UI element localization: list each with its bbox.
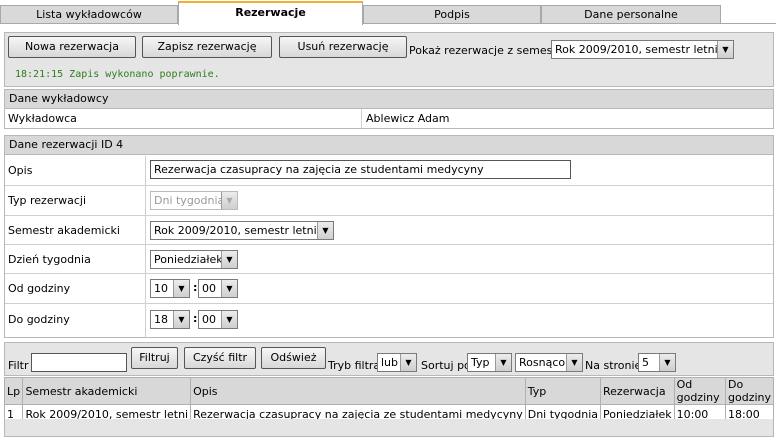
per-page-value: 5 bbox=[642, 356, 649, 369]
column-header-lp[interactable]: Lp bbox=[3, 377, 24, 405]
type-select: Dni tygodnia ▼ bbox=[150, 191, 238, 210]
from-time-row: Od godziny 10 ▼ : 00 ▼ bbox=[5, 274, 773, 304]
filter-mode-value: lub bbox=[381, 356, 399, 369]
to-minute-select[interactable]: 00 ▼ bbox=[198, 310, 238, 329]
weekday-row: Dzień tygodnia Poniedziałek ▼ bbox=[5, 245, 773, 274]
semester-filter-value: Rok 2009/2010, semestr letni bbox=[555, 43, 718, 56]
column-header-reservation[interactable]: Rezerwacja bbox=[600, 377, 675, 405]
semester-label: Semestr akademicki bbox=[8, 224, 120, 237]
lecturer-value: Ablewicz Adam bbox=[366, 112, 450, 125]
chevron-down-icon: ▼ bbox=[317, 222, 333, 239]
chevron-down-icon: ▼ bbox=[717, 41, 733, 58]
filter-input[interactable] bbox=[31, 353, 127, 372]
tab-podpis[interactable]: Podpis bbox=[363, 5, 541, 24]
semester-value: Rok 2009/2010, semestr letni bbox=[154, 224, 317, 237]
status-message: 18:21:15 Zapis wykonano poprawnie. bbox=[15, 69, 220, 80]
delete-reservation-button[interactable]: Usuń rezerwację bbox=[279, 36, 407, 58]
tab-lista-wykladowcow[interactable]: Lista wykładowców bbox=[0, 5, 178, 24]
reservations-table: Lp Semestr akademicki Opis Typ Rezerwacj… bbox=[3, 377, 774, 425]
to-time-label: Do godziny bbox=[8, 313, 70, 326]
from-minute-value: 00 bbox=[202, 282, 216, 295]
refresh-button[interactable]: Odśwież bbox=[261, 347, 326, 369]
tab-bar: Lista wykładowców Rezerwacje Podpis Dane… bbox=[0, 0, 776, 25]
filter-mode-label: Tryb filtra bbox=[328, 359, 381, 372]
toolbar: Nowa rezerwacja Zapisz rezerwację Usuń r… bbox=[4, 32, 774, 87]
sort-order-value: Rosnąco bbox=[519, 356, 566, 369]
from-hour-select[interactable]: 10 ▼ bbox=[150, 279, 190, 298]
filter-button[interactable]: Filtruj bbox=[131, 347, 178, 369]
lecturer-panel: Dane wykładowcy Wykładowca Ablewicz Adam bbox=[4, 89, 774, 129]
semester-row: Semestr akademicki Rok 2009/2010, semest… bbox=[5, 216, 773, 245]
sort-label: Sortuj po bbox=[421, 359, 471, 372]
save-reservation-button[interactable]: Zapisz rezerwację bbox=[142, 36, 272, 58]
sort-field-select[interactable]: Typ ▼ bbox=[467, 353, 512, 372]
chevron-down-icon: ▼ bbox=[221, 280, 237, 297]
time-separator: : bbox=[193, 281, 198, 294]
semester-select[interactable]: Rok 2009/2010, semestr letni ▼ bbox=[150, 221, 334, 240]
lecturer-row: Wykładowca Ablewicz Adam bbox=[5, 109, 773, 128]
per-page-label: Na stronie bbox=[585, 359, 642, 372]
sort-order-select[interactable]: Rosnąco ▼ bbox=[515, 353, 583, 372]
semester-filter-select[interactable]: Rok 2009/2010, semestr letni ▼ bbox=[551, 40, 734, 59]
column-header-description[interactable]: Opis bbox=[190, 377, 526, 405]
from-hour-value: 10 bbox=[154, 282, 168, 295]
clear-filter-button[interactable]: Czyść filtr bbox=[184, 347, 256, 369]
type-value: Dni tygodnia bbox=[154, 194, 225, 207]
description-row: Opis Rezerwacja czasupracy na zajęcia ze… bbox=[5, 155, 773, 186]
sort-field-value: Typ bbox=[471, 356, 490, 369]
new-reservation-button[interactable]: Nowa rezerwacja bbox=[8, 36, 136, 58]
to-hour-value: 18 bbox=[154, 313, 168, 326]
lecturer-label: Wykładowca bbox=[8, 112, 77, 125]
description-label: Opis bbox=[8, 164, 33, 177]
chevron-down-icon: ▼ bbox=[221, 192, 237, 209]
chevron-down-icon: ▼ bbox=[221, 311, 237, 328]
column-header-to[interactable]: Do godziny bbox=[725, 377, 774, 405]
reservation-panel-title: Dane rezerwacji ID 4 bbox=[5, 136, 773, 155]
filter-mode-select[interactable]: lub ▼ bbox=[377, 353, 417, 372]
per-page-select[interactable]: 5 ▼ bbox=[638, 353, 676, 372]
to-minute-value: 00 bbox=[202, 313, 216, 326]
time-separator: : bbox=[193, 312, 198, 325]
tab-dane-personalne[interactable]: Dane personalne bbox=[541, 5, 721, 24]
weekday-value: Poniedziałek bbox=[154, 253, 223, 266]
column-header-from[interactable]: Od godziny bbox=[673, 377, 727, 405]
type-label: Typ rezerwacji bbox=[8, 194, 87, 207]
chevron-down-icon: ▼ bbox=[221, 251, 237, 268]
reservation-panel: Dane rezerwacji ID 4 Opis Rezerwacja cza… bbox=[4, 135, 774, 338]
type-row: Typ rezerwacji Dni tygodnia ▼ bbox=[5, 186, 773, 216]
column-header-semester[interactable]: Semestr akademicki bbox=[22, 377, 192, 405]
chevron-down-icon: ▼ bbox=[566, 354, 582, 371]
column-header-type[interactable]: Typ bbox=[524, 377, 602, 405]
description-input[interactable]: Rezerwacja czasupracy na zajęcia ze stud… bbox=[150, 160, 571, 179]
chevron-down-icon: ▼ bbox=[173, 280, 189, 297]
main-content: Nowa rezerwacja Zapisz rezerwację Usuń r… bbox=[3, 24, 776, 437]
from-minute-select[interactable]: 00 ▼ bbox=[198, 279, 238, 298]
tab-rezerwacje[interactable]: Rezerwacje bbox=[178, 1, 363, 25]
filter-label: Filtr bbox=[8, 359, 29, 372]
lecturer-panel-title: Dane wykładowcy bbox=[5, 90, 773, 109]
chevron-down-icon: ▼ bbox=[400, 354, 416, 371]
weekday-select[interactable]: Poniedziałek ▼ bbox=[150, 250, 238, 269]
column-divider bbox=[361, 109, 362, 128]
filter-bar: Filtr Filtruj Czyść filtr Odśwież Tryb f… bbox=[4, 342, 774, 376]
weekday-label: Dzień tygodnia bbox=[8, 253, 91, 266]
to-time-row: Do godziny 18 ▼ : 00 ▼ bbox=[5, 304, 773, 336]
from-time-label: Od godziny bbox=[8, 282, 71, 295]
to-hour-select[interactable]: 18 ▼ bbox=[150, 310, 190, 329]
semester-filter-label: Pokaż rezerwacje z semestru bbox=[409, 44, 569, 57]
table-header-row: Lp Semestr akademicki Opis Typ Rezerwacj… bbox=[3, 377, 774, 405]
chevron-down-icon: ▼ bbox=[659, 354, 675, 371]
chevron-down-icon: ▼ bbox=[173, 311, 189, 328]
chevron-down-icon: ▼ bbox=[495, 354, 511, 371]
table-footer bbox=[4, 419, 774, 437]
